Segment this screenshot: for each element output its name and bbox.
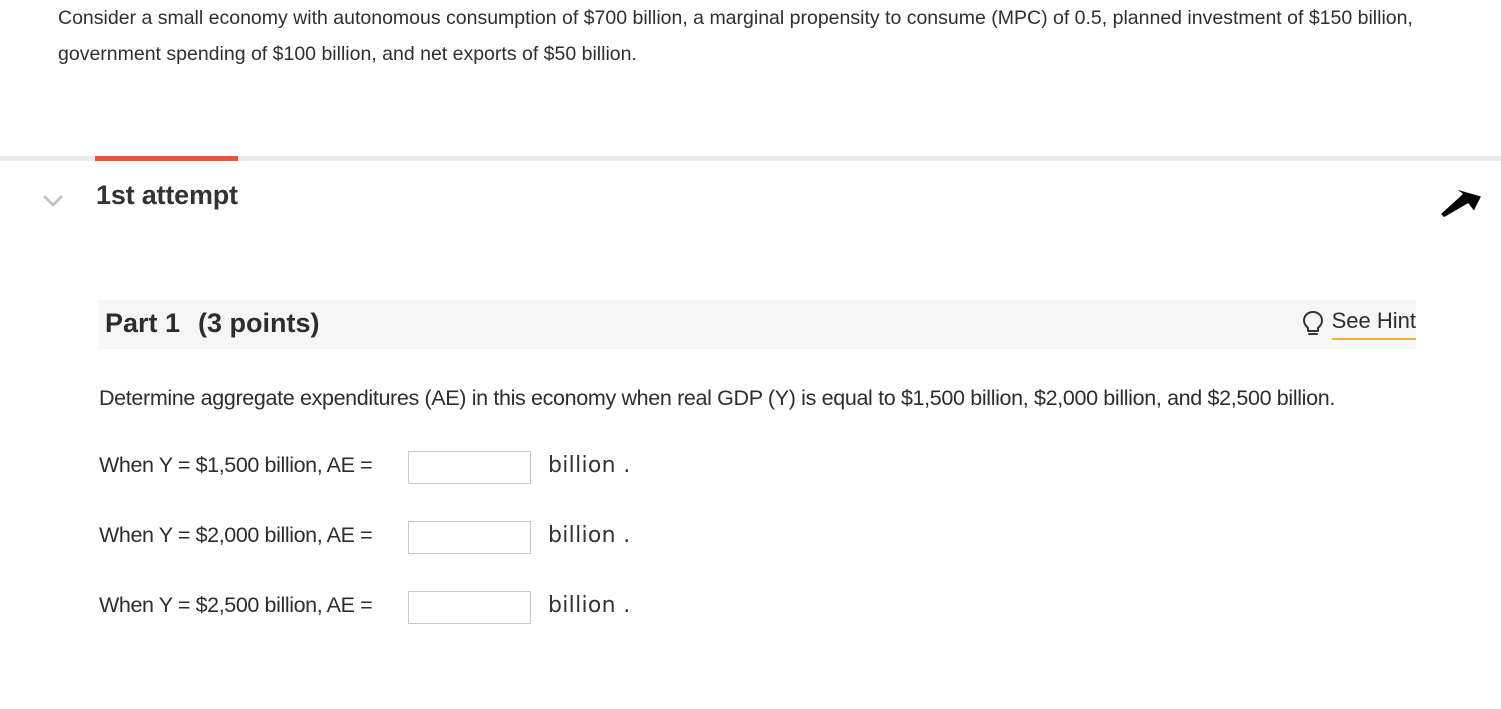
answer-unit: billion . bbox=[548, 453, 631, 478]
unit-text: billion bbox=[548, 523, 616, 548]
attempt-divider bbox=[0, 156, 1501, 161]
answer-input-3[interactable] bbox=[408, 591, 531, 624]
chevron-down-icon[interactable] bbox=[42, 190, 64, 212]
lightbulb-icon bbox=[1302, 311, 1323, 335]
unit-period: . bbox=[623, 453, 631, 478]
answer-row-2: When Y = $2,000 billion, AE = billion . bbox=[99, 521, 799, 557]
question-text: Determine aggregate expenditures (AE) in… bbox=[99, 386, 1335, 410]
see-hint-label[interactable]: See Hint bbox=[1331, 306, 1416, 340]
attempt-accent-tab bbox=[95, 156, 238, 161]
attempt-title[interactable]: 1st attempt bbox=[96, 180, 238, 211]
answer-label: When Y = $1,500 billion, AE = bbox=[99, 453, 373, 477]
unit-period: . bbox=[623, 593, 631, 618]
answer-row-3: When Y = $2,500 billion, AE = billion . bbox=[99, 591, 799, 627]
unit-text: billion bbox=[548, 453, 616, 478]
answer-input-2[interactable] bbox=[408, 521, 531, 554]
answer-unit: billion . bbox=[548, 523, 631, 548]
unit-text: billion bbox=[548, 593, 616, 618]
part-header: Part 1 (3 points) See Hint bbox=[99, 300, 1416, 349]
part-title: Part 1 (3 points) bbox=[105, 308, 320, 339]
answer-label: When Y = $2,000 billion, AE = bbox=[99, 523, 373, 547]
answer-input-1[interactable] bbox=[408, 451, 531, 484]
mouse-pointer-icon bbox=[1439, 187, 1483, 219]
unit-period: . bbox=[623, 523, 631, 548]
part-points: (3 points) bbox=[198, 308, 320, 338]
answer-unit: billion . bbox=[548, 593, 631, 618]
see-hint-button[interactable]: See Hint bbox=[1302, 306, 1416, 340]
problem-intro: Consider a small economy with autonomous… bbox=[58, 7, 1413, 65]
answer-label: When Y = $2,500 billion, AE = bbox=[99, 593, 373, 617]
part-number: Part 1 bbox=[105, 308, 181, 338]
answer-row-1: When Y = $1,500 billion, AE = billion . bbox=[99, 451, 799, 487]
